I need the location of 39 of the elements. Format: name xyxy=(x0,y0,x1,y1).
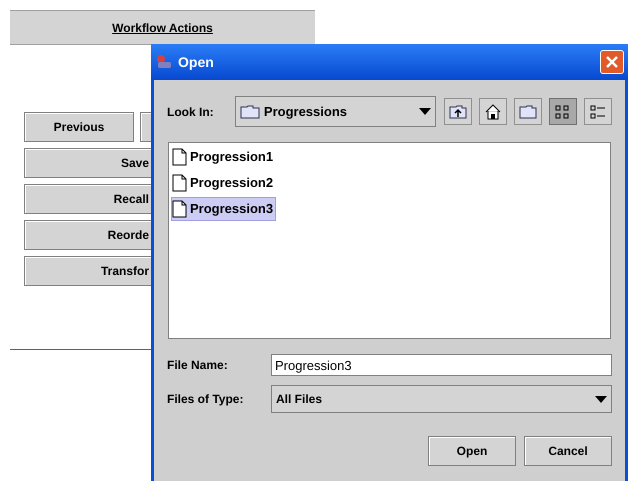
close-icon xyxy=(606,56,618,68)
file-name-label: File Name: xyxy=(167,357,229,374)
folder-icon xyxy=(519,104,537,118)
window-title: Open xyxy=(178,52,215,72)
look-in-dropdown[interactable]: Progressions xyxy=(234,96,436,127)
home-icon xyxy=(485,104,501,120)
file-icon xyxy=(172,200,187,218)
details-view-icon xyxy=(590,104,606,120)
action-button[interactable]: Recall xyxy=(24,184,152,214)
toolbar-button[interactable] xyxy=(549,98,577,125)
look-in-label: Look In: xyxy=(167,104,215,120)
file-type-label: Files of Type: xyxy=(167,391,244,408)
close-button[interactable] xyxy=(600,50,624,74)
dialog-button[interactable]: Open xyxy=(428,436,516,466)
dropdown-value: Progressions xyxy=(264,102,348,121)
action-button[interactable]: Previous xyxy=(24,112,134,142)
toolbar-button[interactable] xyxy=(479,98,507,125)
file-item[interactable]: Progression1 xyxy=(171,145,276,169)
file-icon xyxy=(172,174,187,192)
folder-icon xyxy=(240,104,260,118)
panel-header[interactable]: Workflow Actions xyxy=(10,10,315,45)
file-type-dropdown[interactable]: All Files xyxy=(271,385,612,413)
action-button[interactable]: Reorde xyxy=(24,220,152,250)
dropdown-value: All Files xyxy=(276,391,324,408)
file-icon xyxy=(172,148,187,166)
folder-up-icon xyxy=(449,104,467,118)
file-item[interactable]: Progression3 xyxy=(171,197,276,221)
file-item[interactable]: Progression2 xyxy=(171,171,276,195)
action-button[interactable]: Transfor xyxy=(24,256,152,286)
toolbar-button[interactable] xyxy=(444,98,472,125)
action-button[interactable]: Save xyxy=(24,148,152,178)
list-view-icon xyxy=(555,104,571,120)
caret-icon xyxy=(419,108,431,115)
dialog-button[interactable]: Cancel xyxy=(524,436,612,466)
file-name-field[interactable]: Progression3 xyxy=(271,354,612,376)
toolbar-button[interactable] xyxy=(584,98,612,125)
toolbar-button[interactable] xyxy=(514,98,542,125)
app-icon xyxy=(155,54,173,70)
caret-icon xyxy=(595,396,607,402)
